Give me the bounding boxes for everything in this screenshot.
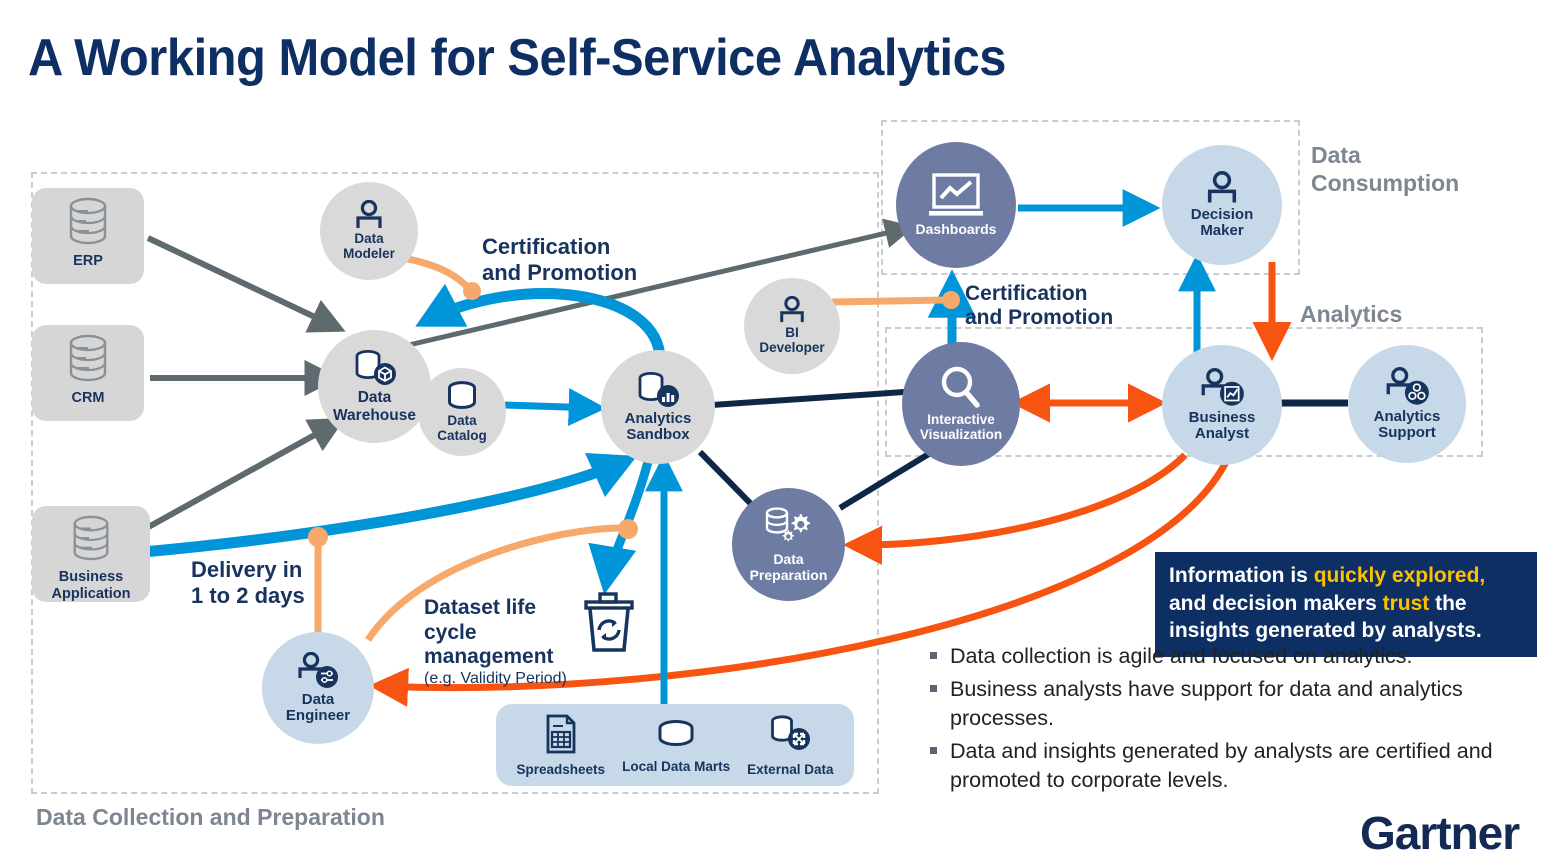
label-dataset-lifecycle: Dataset life cycle management (e.g. Vali… [424,572,594,713]
bottom-source-local-data-marts[interactable]: Local Data Marts [622,717,730,774]
node-label: Analytics Sandbox [624,409,692,443]
source-label: CRM [71,390,105,406]
callout-highlight2: trust [1382,591,1430,615]
lifecycle-main-text: Dataset life cycle management [424,596,554,669]
bullet-list: Data collection is agile and focused on … [928,642,1528,799]
zone-label-data-collection: Data Collection and Preparation [36,804,385,830]
callout-part2: and decision makers [1169,591,1383,615]
node-data-engineer[interactable]: Data Engineer [262,632,374,744]
source-business-application[interactable]: Business Application [32,506,150,602]
node-data-warehouse[interactable]: Data Warehouse [318,330,431,443]
lifecycle-sub-text: (e.g. Validity Period) [424,670,567,688]
bottom-source-external-data[interactable]: External Data [747,714,833,777]
node-data-preparation[interactable]: Data Preparation [732,488,845,601]
bottom-data-sources-panel: Spreadsheets Local Data Marts External D… [496,704,854,786]
node-analytics-sandbox[interactable]: Analytics Sandbox [601,350,715,464]
node-label: Data Modeler [343,231,395,261]
database-gears-icon [763,506,815,550]
bottom-source-label: Spreadsheets [516,761,606,777]
cylinder-icon [654,717,698,756]
node-label: Dashboards [915,221,997,238]
node-label: Decision Maker [1190,205,1254,239]
person-icon [776,295,808,324]
node-label: Data Warehouse [333,389,416,424]
node-dashboards[interactable]: Dashboards [896,142,1016,268]
source-crm[interactable]: CRM [32,325,144,421]
spreadsheet-icon [543,714,579,759]
node-analytics-support[interactable]: Analytics Support [1348,345,1466,463]
node-label: Interactive Visualization [919,412,1003,442]
callout-highlight1: quickly explored, [1313,564,1486,587]
node-data-modeler[interactable]: Data Modeler [320,182,418,280]
label-delivery-time: Delivery in 1 to 2 days [191,557,305,608]
list-item: Data and insights generated by analysts … [928,737,1528,794]
recycle-trash-icon [580,592,638,659]
bottom-source-label: External Data [747,761,834,777]
node-label: Data Preparation [749,551,828,583]
label-certification-and-promotion-left: Certification and Promotion [482,234,638,285]
person-settings-icon [294,651,342,690]
database-chart-icon [635,371,681,409]
list-item: Business analysts have support for data … [928,675,1528,732]
source-erp[interactable]: ERP [32,188,144,284]
node-label: Data Catalog [437,413,487,443]
source-label: Business Application [51,569,131,602]
node-label: Analytics Support [1373,407,1441,441]
person-gears-icon [1382,366,1432,407]
gartner-logo: Gartner [1360,807,1520,859]
database-icon [64,333,112,388]
zone-label-data-consumption: Data Consumption [1311,142,1460,197]
node-data-catalog[interactable]: Data Catalog [418,368,506,456]
node-label: Data Engineer [285,690,351,724]
person-icon [352,199,386,230]
source-label: ERP [73,253,103,269]
zone-label-analytics: Analytics [1300,301,1403,327]
database-icon [68,514,114,567]
external-data-icon [768,714,812,759]
node-interactive-visualization[interactable]: Interactive Visualization [902,342,1020,466]
bottom-source-label: Local Data Marts [622,758,731,774]
database-box-icon [352,349,398,387]
person-icon [1203,170,1241,205]
person-chart-icon [1197,367,1247,408]
catalog-cylinder-icon [445,380,479,412]
database-icon [64,196,112,251]
node-business-analyst[interactable]: Business Analyst [1162,345,1282,465]
bottom-source-spreadsheets[interactable]: Spreadsheets [516,714,606,777]
node-label: Business Analyst [1188,408,1256,442]
list-item: Data collection is agile and focused on … [928,642,1528,670]
node-decision-maker[interactable]: Decision Maker [1162,145,1282,265]
node-label: BI Developer [759,325,825,355]
diagram-canvas: A Working Model for Self-Service Analyti… [0,0,1562,859]
callout-part1: Information is [1169,564,1314,587]
page-title: A Working Model for Self-Service Analyti… [28,29,1007,87]
label-certification-and-promotion-right: Certification and Promotion [965,282,1114,330]
magnifier-icon [937,365,985,411]
node-bi-developer[interactable]: BI Developer [744,278,840,374]
laptop-chart-icon [927,172,985,220]
